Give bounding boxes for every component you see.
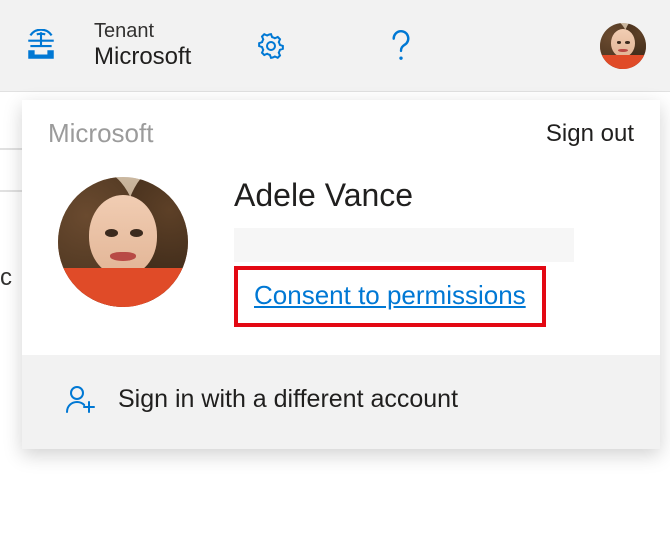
avatar-small[interactable] [600, 23, 646, 69]
account-flyout: Microsoft Sign out Adele Vance Consent t… [22, 100, 660, 449]
avatar-large [58, 177, 188, 307]
avatar-image [58, 177, 188, 307]
truncated-text: c [0, 264, 12, 292]
gear-icon [256, 31, 286, 61]
org-label: Microsoft [48, 118, 153, 149]
tenant-name: Microsoft [94, 43, 191, 72]
settings-button[interactable] [251, 26, 291, 66]
help-icon [388, 29, 414, 63]
alt-signin-row[interactable]: Sign in with a different account [22, 355, 660, 449]
profile-details: Adele Vance Consent to permissions [234, 167, 634, 327]
highlight-box: Consent to permissions [234, 266, 546, 327]
background-divider [0, 148, 22, 150]
consent-permissions-link[interactable]: Consent to permissions [254, 280, 526, 310]
email-redacted [234, 228, 574, 262]
tenant-block[interactable]: Tenant Microsoft [94, 19, 191, 72]
profile-section: Adele Vance Consent to permissions [22, 159, 660, 355]
help-button[interactable] [381, 26, 421, 66]
alt-signin-label: Sign in with a different account [118, 385, 458, 414]
background-divider [0, 190, 22, 192]
flyout-header: Microsoft Sign out [22, 100, 660, 159]
sign-out-link[interactable]: Sign out [546, 120, 634, 148]
tenant-label: Tenant [94, 19, 191, 43]
avatar-image [600, 23, 646, 69]
globe-tray-icon [24, 29, 58, 63]
top-bar: Tenant Microsoft [0, 0, 670, 92]
display-name: Adele Vance [234, 177, 634, 214]
person-add-icon [64, 383, 96, 415]
background-strip [0, 92, 22, 512]
